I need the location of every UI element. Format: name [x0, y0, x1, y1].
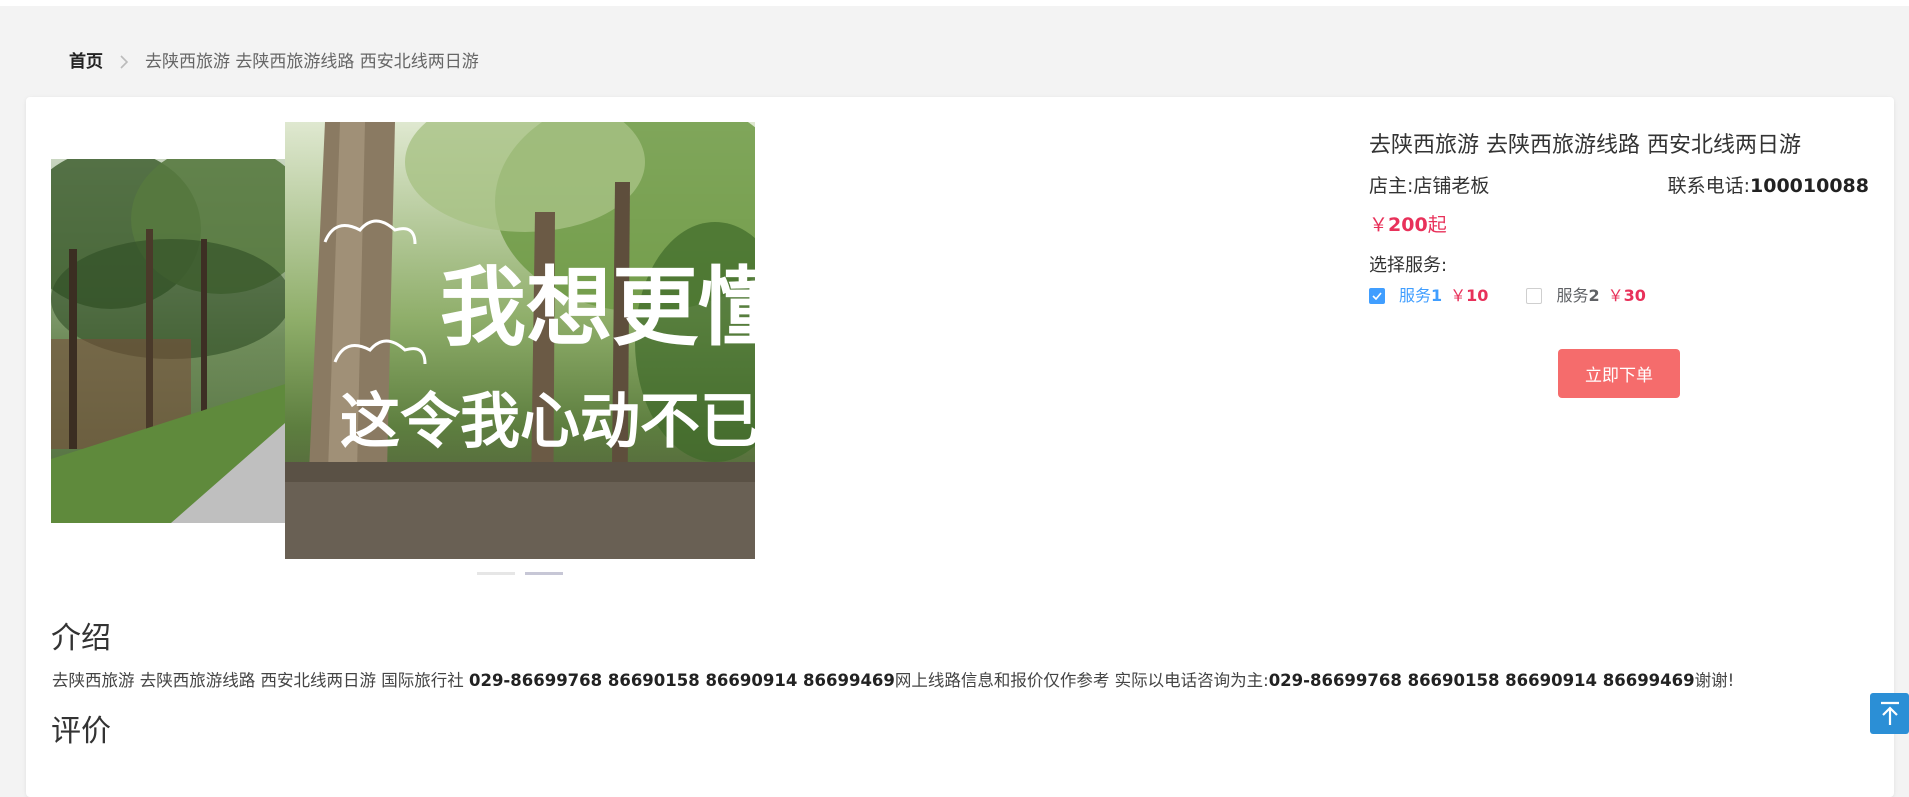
intro-heading: 介绍 [51, 621, 111, 656]
service-1-checkbox[interactable] [1369, 288, 1385, 304]
service-2-name: 服务2 [1556, 286, 1600, 305]
carousel-indicators [477, 572, 563, 575]
intro-phones-2: 029-86699768 86690158 86690914 86699469 [1268, 671, 1695, 690]
back-to-top-button[interactable] [1870, 693, 1909, 734]
service-2-price: ￥30 [1607, 286, 1646, 305]
arrow-up-to-top-icon [1880, 701, 1899, 725]
service-label: 选择服务: [1369, 255, 1448, 276]
service-options: 服务1 ￥10 服务2 ￥30 [1369, 285, 1869, 307]
service-option-2[interactable]: 服务2 ￥30 [1526, 285, 1646, 307]
carousel-slide-previous[interactable] [51, 159, 301, 523]
owner-label: 店主: [1369, 175, 1414, 197]
service-1-name: 服务1 [1399, 286, 1443, 305]
slide-overlay-line2: 这令我心动不已的 [340, 387, 755, 457]
carousel-indicator-1[interactable] [477, 572, 515, 575]
chevron-right-icon [119, 50, 131, 74]
slide-overlay-line1: 我想更懂 [440, 257, 755, 358]
owner-name: 店铺老板 [1413, 175, 1490, 197]
price-value: 200 [1388, 214, 1428, 236]
breadcrumb-home-link[interactable]: 首页 [69, 50, 103, 74]
intro-text: 去陕西旅游 去陕西旅游线路 西安北线两日游 国际旅行社 029-86699768… [52, 671, 1735, 690]
price: ￥200起 [1369, 211, 1869, 239]
check-icon [1372, 292, 1382, 300]
intro-phones-1: 029-86699768 86690158 86690914 86699469 [468, 671, 895, 690]
carousel-slide-active[interactable]: 我想更懂 这令我心动不已的 [285, 122, 755, 559]
review-heading: 评价 [51, 714, 111, 749]
owner-row: 店主:店铺老板 联系电话:100010088 [1369, 172, 1869, 200]
price-suffix: 起 [1427, 214, 1447, 236]
carousel-indicator-2[interactable] [525, 572, 563, 575]
price-symbol: ￥ [1369, 214, 1389, 236]
breadcrumb-current: 去陕西旅游 去陕西旅游线路 西安北线两日游 [145, 52, 479, 72]
phone-label: 联系电话: [1667, 175, 1751, 197]
product-title: 去陕西旅游 去陕西旅游线路 西安北线两日游 [1369, 133, 1801, 158]
phone-info: 联系电话:100010088 [1668, 172, 1869, 200]
service-1-price: ￥10 [1450, 286, 1489, 305]
service-option-1[interactable]: 服务1 ￥10 [1369, 285, 1488, 307]
phone-number: 100010088 [1750, 175, 1869, 197]
product-info: 去陕西旅游 去陕西旅游线路 西安北线两日游 店主:店铺老板 联系电话:10001… [1369, 130, 1869, 307]
service-2-checkbox[interactable] [1526, 288, 1543, 304]
top-strip [0, 0, 1909, 6]
order-now-button[interactable]: 立即下单 [1558, 349, 1680, 398]
image-carousel[interactable]: 我想更懂 这令我心动不已的 [51, 122, 756, 582]
breadcrumb: 首页 去陕西旅游 去陕西旅游线路 西安北线两日游 [69, 50, 479, 74]
